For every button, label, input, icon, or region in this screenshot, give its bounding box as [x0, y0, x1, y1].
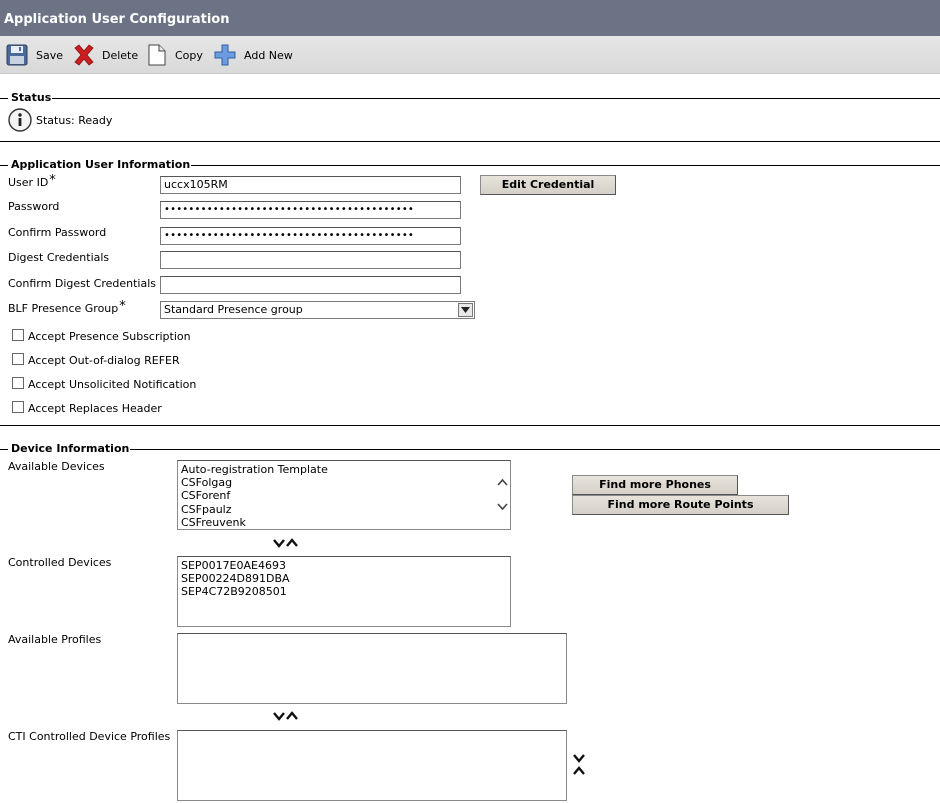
app-user-info-bottom-divider	[0, 425, 940, 426]
confirm-digest-input[interactable]	[160, 276, 461, 294]
user-id-label: User ID*	[8, 173, 56, 189]
toolbar: Save Delete Copy Add New	[0, 36, 940, 74]
list-item[interactable]: SEP4C72B9208501	[181, 585, 507, 598]
add-new-button[interactable]: Add New	[214, 42, 293, 68]
status-bottom-divider	[0, 141, 940, 142]
add-new-label: Add New	[244, 48, 293, 62]
info-icon	[8, 108, 32, 132]
accept-unsolicited-notification-checkbox[interactable]	[12, 377, 24, 389]
accept-presence-subscription-checkbox[interactable]	[12, 329, 24, 341]
confirm-password-label: Confirm Password	[8, 226, 107, 239]
available-profiles-label: Available Profiles	[8, 633, 102, 646]
status-divider	[0, 98, 940, 99]
confirm-password-input[interactable]: ••••••••••••••••••••••••••••••••••••••••…	[160, 227, 461, 245]
accept-out-of-dialog-refer-checkbox[interactable]	[12, 353, 24, 365]
controlled-devices-label: Controlled Devices	[8, 556, 112, 569]
scroll-up-icon[interactable]	[497, 478, 508, 486]
scroll-down-icon[interactable]	[497, 503, 508, 511]
delete-icon	[74, 44, 94, 66]
save-button[interactable]: Save	[6, 42, 63, 68]
app-user-info-section-title: Application User Information	[8, 159, 192, 171]
move-down-icon[interactable]	[273, 538, 285, 548]
accept-unsolicited-notification-label: Accept Unsolicited Notification	[28, 378, 197, 391]
cti-reorder-arrows	[573, 753, 585, 776]
copy-icon	[148, 44, 166, 66]
window-title: Application User Configuration	[0, 0, 940, 36]
password-label: Password	[8, 200, 60, 213]
accept-out-of-dialog-refer-label: Accept Out-of-dialog REFER	[28, 354, 180, 367]
accept-presence-subscription-label: Accept Presence Subscription	[28, 330, 191, 343]
profile-move-arrows	[273, 711, 298, 721]
delete-button[interactable]: Delete	[72, 42, 138, 68]
device-info-divider	[0, 449, 940, 450]
move-up-icon[interactable]	[286, 711, 298, 721]
list-item[interactable]: CSFolgag	[181, 476, 507, 489]
move-down-icon[interactable]	[273, 711, 285, 721]
plus-icon	[214, 44, 236, 66]
device-info-section-title: Device Information	[8, 443, 131, 455]
cti-controlled-device-profiles-list[interactable]	[177, 730, 567, 801]
available-devices-list[interactable]: Auto-registration Template CSFolgag CSFo…	[177, 460, 511, 530]
list-item[interactable]: CSFreuvenk	[181, 516, 507, 529]
user-id-input[interactable]: uccx105RM	[160, 176, 461, 194]
move-up-icon[interactable]	[573, 766, 585, 776]
required-marker: *	[119, 299, 126, 314]
available-profiles-list[interactable]	[177, 633, 567, 704]
status-section-title: Status	[8, 92, 53, 104]
blf-presence-group-label: BLF Presence Group*	[8, 299, 126, 315]
blf-presence-group-value: Standard Presence group	[164, 303, 303, 316]
chevron-down-icon[interactable]	[458, 303, 473, 317]
status-text: Status: Ready	[36, 114, 113, 127]
list-item[interactable]: CSFpaulz	[181, 503, 507, 516]
required-marker: *	[49, 173, 56, 188]
confirm-digest-label: Confirm Digest Credentials	[8, 277, 157, 290]
copy-label: Copy	[175, 48, 203, 62]
list-item[interactable]: SEP0017E0AE4693	[181, 559, 507, 572]
save-label: Save	[36, 48, 64, 62]
list-item[interactable]: Auto-registration Template	[181, 463, 507, 476]
scrollbar[interactable]	[495, 461, 510, 529]
cti-controlled-device-profiles-label: CTI Controlled Device Profiles	[8, 730, 171, 743]
delete-label: Delete	[102, 48, 139, 62]
save-icon	[6, 44, 28, 66]
blf-presence-group-select[interactable]: Standard Presence group	[160, 301, 475, 319]
move-up-icon[interactable]	[286, 538, 298, 548]
device-move-arrows	[273, 538, 298, 548]
list-item[interactable]: SEP00224D891DBA	[181, 572, 507, 585]
available-devices-label: Available Devices	[8, 460, 105, 473]
list-item[interactable]: CSForenf	[181, 489, 507, 502]
password-input[interactable]: ••••••••••••••••••••••••••••••••••••••••…	[160, 201, 461, 219]
edit-credential-button[interactable]: Edit Credential	[480, 175, 616, 195]
digest-credentials-input[interactable]	[160, 251, 461, 269]
controlled-devices-list[interactable]: SEP0017E0AE4693 SEP00224D891DBA SEP4C72B…	[177, 556, 511, 627]
find-more-phones-button[interactable]: Find more Phones	[572, 475, 738, 495]
find-more-route-points-button[interactable]: Find more Route Points	[572, 495, 789, 515]
copy-button[interactable]: Copy	[147, 42, 203, 68]
accept-replaces-header-label: Accept Replaces Header	[28, 402, 162, 415]
accept-replaces-header-checkbox[interactable]	[12, 401, 24, 413]
move-down-icon[interactable]	[573, 753, 585, 763]
digest-credentials-label: Digest Credentials	[8, 251, 110, 264]
